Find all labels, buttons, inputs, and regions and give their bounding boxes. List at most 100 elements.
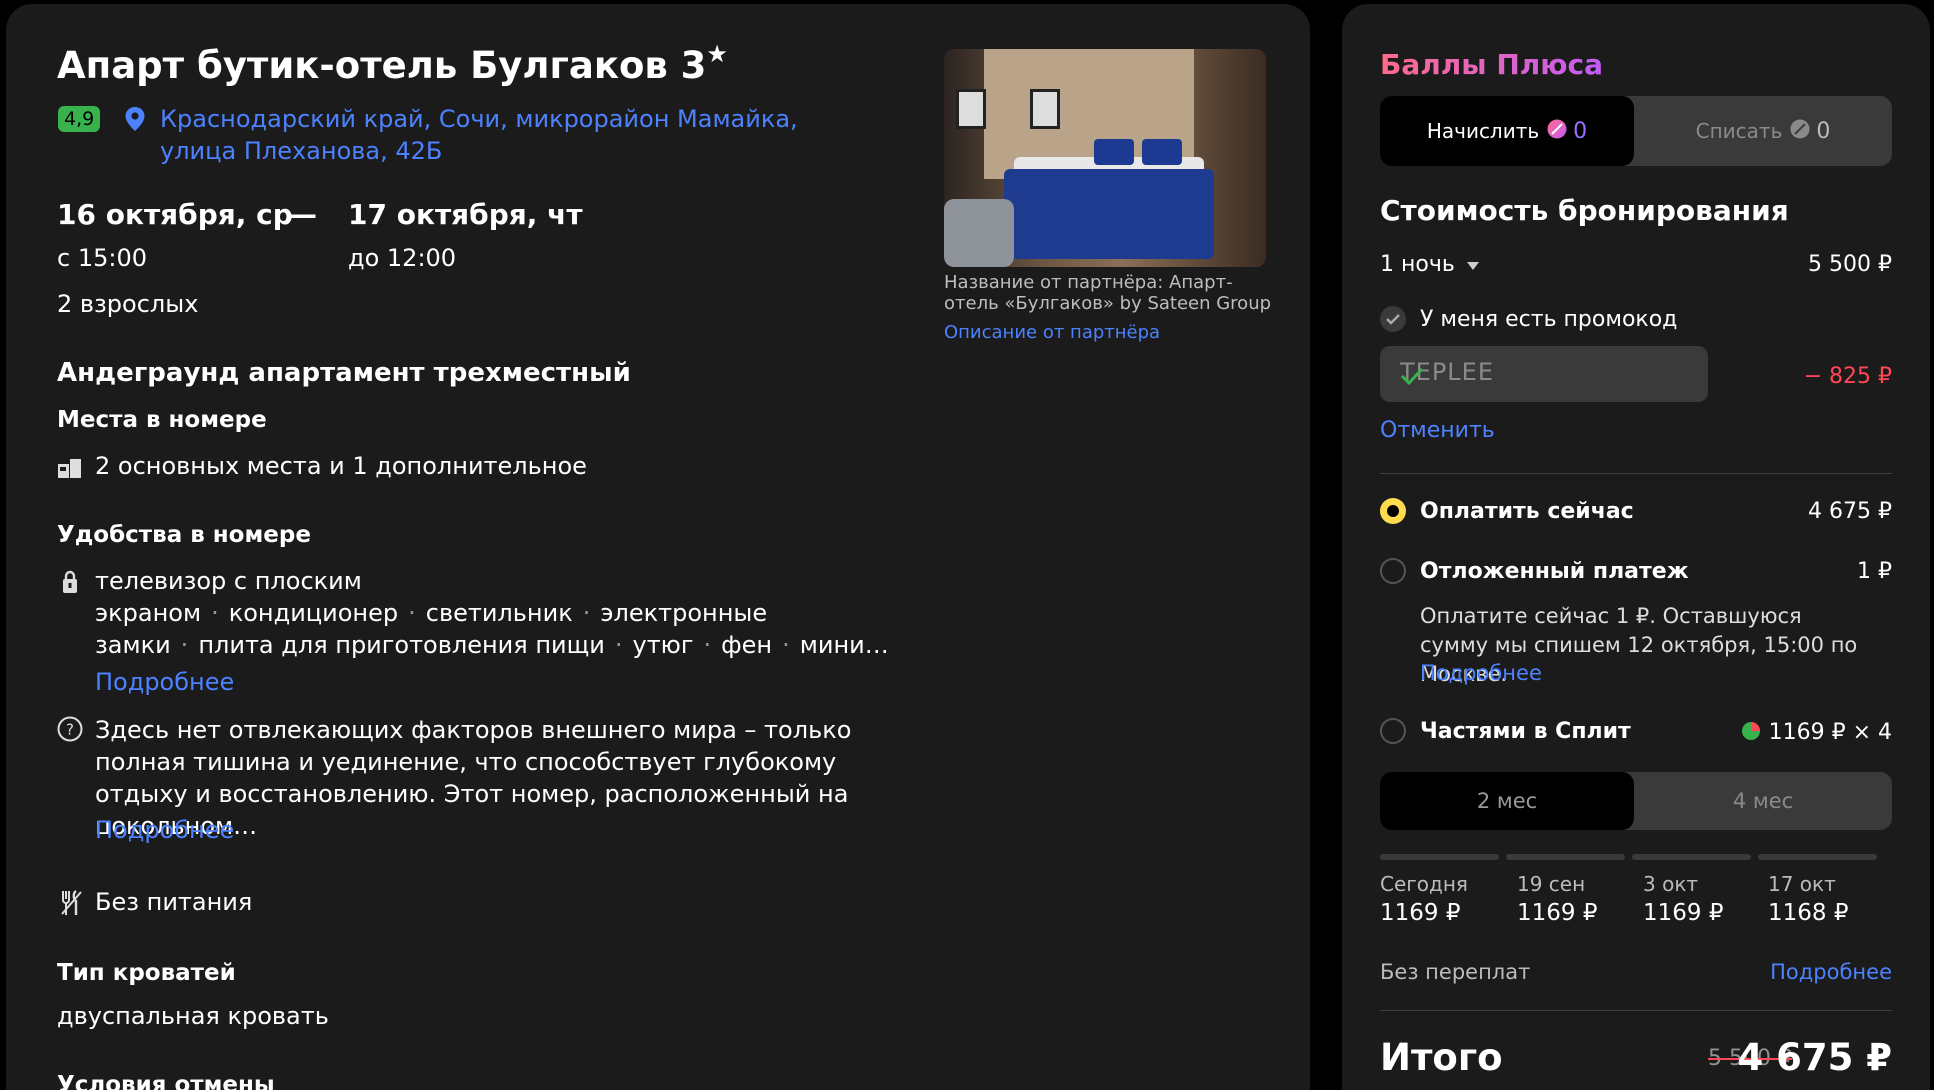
schedule-amount: 1169 ₽	[1517, 900, 1598, 926]
schedule-date: 3 окт	[1643, 872, 1699, 896]
room-title: Андеграунд апартамент трехместный	[57, 358, 631, 388]
earn-label: Начислить	[1426, 119, 1540, 143]
earn-value: 0	[1573, 118, 1588, 144]
schedule-amount: 1168 ₽	[1768, 900, 1849, 926]
spend-points-tab[interactable]: Списать 0	[1634, 96, 1892, 166]
split-term-toggle: 2 мес 4 мес	[1380, 772, 1892, 830]
checkin-date: 16 октября, ср	[57, 198, 293, 231]
earn-points-tab[interactable]: Начислить 0	[1380, 96, 1634, 166]
cancel-promo-link[interactable]: Отменить	[1380, 418, 1495, 443]
split-payment-radio[interactable]	[1380, 718, 1406, 744]
booking-cost-title: Стоимость бронирования	[1380, 194, 1789, 227]
deferred-payment-radio[interactable]	[1380, 558, 1406, 584]
schedule-bar	[1758, 854, 1877, 860]
spend-value: 0	[1816, 118, 1831, 144]
checkout-time: до 12:00	[348, 244, 457, 272]
schedule-item: 17 окт 1168 ₽	[1768, 872, 1848, 926]
schedule-date: 17 окт	[1768, 872, 1836, 896]
schedule-bar	[1632, 854, 1751, 860]
pay-now-radio[interactable]	[1380, 498, 1406, 524]
description-more-link[interactable]: Подробнее	[95, 816, 234, 844]
amenity-item: фен	[721, 631, 773, 659]
bed-type-heading: Тип кроватей	[57, 960, 236, 986]
split-payment-label: Частями в Сплит	[1420, 719, 1631, 744]
promo-checkbox-label: У меня есть промокод	[1420, 307, 1678, 332]
plus-icon	[1547, 119, 1567, 144]
divider	[1380, 473, 1892, 474]
meals-text: Без питания	[95, 888, 253, 916]
amenities-heading: Удобства в номере	[57, 522, 311, 548]
amenity-item: экраном	[95, 599, 202, 627]
places-text: 2 основных места и 1 дополнительное	[95, 452, 587, 480]
spend-label: Списать	[1695, 119, 1783, 143]
deferred-more-link[interactable]: Подробнее	[1420, 661, 1542, 685]
total-price: 4 675 ₽	[1737, 1036, 1893, 1079]
schedule-item: 3 окт 1169 ₽	[1643, 872, 1723, 926]
amenities-more-link[interactable]: Подробнее	[95, 668, 234, 696]
schedule-date: 19 сен	[1517, 872, 1586, 896]
pay-now-label: Оплатить сейчас	[1420, 499, 1634, 524]
amenity-item: кондиционер	[228, 599, 399, 627]
hotel-details-panel: Апарт бутик-отель Булгаков 3★ 4,9 Красно…	[6, 4, 1310, 1090]
partner-name-caption: Название от партнёра: Апарт-отель «Булга…	[944, 272, 1272, 314]
cancellation-heading: Условия отмены	[57, 1072, 275, 1090]
schedule-item: Сегодня 1169 ₽	[1380, 872, 1468, 926]
rating-badge: 4,9	[58, 106, 101, 132]
amenity-item: электронные	[600, 599, 768, 627]
promo-code-input[interactable]: TEPLEE	[1380, 346, 1708, 402]
amenity-item: утюг	[632, 631, 694, 659]
split-tab-2-months[interactable]: 2 мес	[1380, 772, 1634, 830]
nights-label: 1 ночь	[1380, 252, 1455, 277]
chevron-down-icon	[1466, 255, 1479, 274]
amenity-item: замки	[95, 631, 171, 659]
plus-points-toggle: Начислить 0 Списать 0	[1380, 96, 1892, 166]
location-pin-icon	[124, 106, 146, 132]
date-dash: —	[289, 198, 317, 231]
schedule-amount: 1169 ₽	[1380, 900, 1461, 926]
checkin-time: с 15:00	[57, 244, 147, 272]
schedule-bar	[1506, 854, 1625, 860]
places-heading: Места в номере	[57, 407, 267, 433]
hotel-title: Апарт бутик-отель Булгаков 3★	[57, 40, 728, 87]
question-icon: ?	[57, 716, 83, 742]
split-logo-icon	[1741, 719, 1761, 745]
schedule-bar	[1380, 854, 1499, 860]
room-photo[interactable]	[944, 49, 1266, 267]
schedule-item: 19 сен 1169 ₽	[1517, 872, 1597, 926]
split-price-value: 1169 ₽ × 4	[1768, 719, 1892, 745]
deferred-payment-label: Отложенный платеж	[1420, 559, 1689, 584]
promo-checkbox[interactable]	[1380, 306, 1406, 332]
hotel-name: Апарт бутик-отель Булгаков 3	[57, 44, 707, 87]
nights-price: 5 500 ₽	[1808, 252, 1892, 277]
star-icon: ★	[706, 40, 728, 68]
divider	[1380, 1010, 1892, 1011]
lock-icon	[62, 570, 78, 594]
amenities-line-3: замки · плита для приготовления пищи · утюг ·…	[95, 631, 889, 659]
amenity-item: плита для приготовления пищи	[198, 631, 605, 659]
split-tab-4-months[interactable]: 4 мес	[1634, 772, 1892, 830]
plus-icon-gray	[1790, 119, 1810, 144]
split-more-link[interactable]: Подробнее	[1770, 960, 1892, 984]
promo-discount: − 825 ₽	[1803, 364, 1892, 389]
booking-summary-panel: Баллы Плюса Начислить 0 Списать 0 Стоимо…	[1342, 4, 1930, 1090]
checkout-date: 17 октября, чт	[348, 198, 583, 231]
svg-text:?: ?	[66, 721, 74, 739]
nights-selector[interactable]: 1 ночь	[1380, 252, 1479, 277]
total-label: Итого	[1380, 1036, 1503, 1079]
amenities-line-2: экраном · кондиционер · светильник · электронн…	[95, 599, 768, 627]
split-price: 1169 ₽ × 4	[1741, 719, 1892, 745]
amenity-item: мини…	[799, 631, 889, 659]
cutlery-icon	[60, 890, 82, 916]
plus-points-title: Баллы Плюса	[1380, 48, 1603, 81]
partner-description-link[interactable]: Описание от партнёра	[944, 322, 1160, 343]
bed-type-text: двуспальная кровать	[57, 1002, 329, 1030]
pay-now-price: 4 675 ₽	[1808, 499, 1892, 524]
schedule-date: Сегодня	[1380, 872, 1468, 896]
schedule-amount: 1169 ₽	[1643, 900, 1724, 926]
amenities-line-1: телевизор с плоским	[95, 567, 362, 595]
no-overpay-text: Без переплат	[1380, 960, 1531, 984]
guests-count: 2 взрослых	[57, 290, 199, 318]
deferred-payment-price: 1 ₽	[1857, 559, 1892, 584]
check-icon	[1400, 364, 1694, 392]
hotel-address-link[interactable]: Краснодарский край, Сочи, микрорайон Мам…	[160, 103, 880, 167]
